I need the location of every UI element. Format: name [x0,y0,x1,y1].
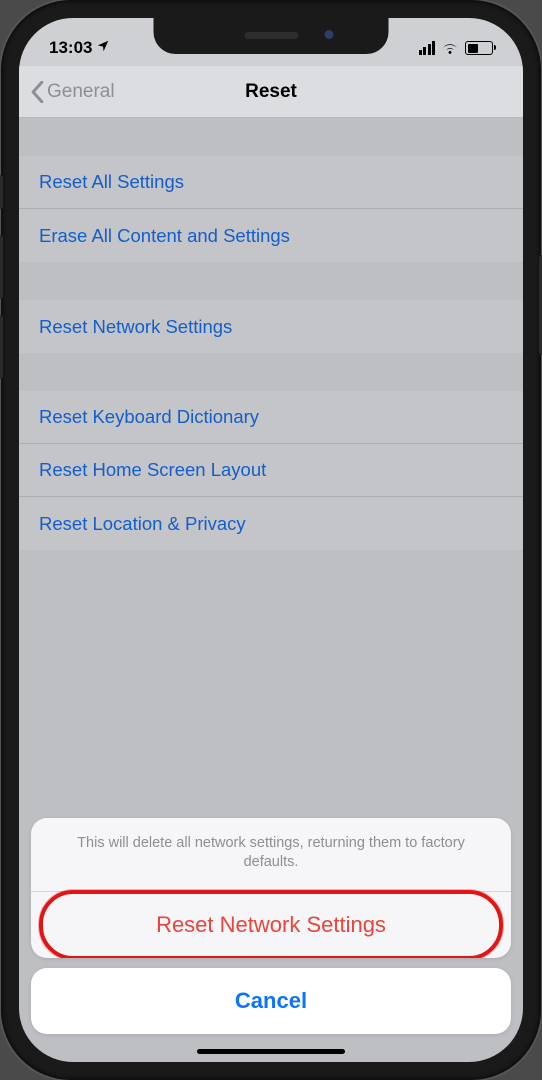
battery-icon [465,41,493,55]
button-label: Cancel [235,988,307,1014]
device-frame: 13:03 General Reset R [1,0,541,1080]
cancel-button[interactable]: Cancel [31,968,511,1034]
wifi-icon [441,41,459,55]
action-sheet-card: This will delete all network settings, r… [31,818,511,958]
back-label: General [47,81,115,103]
location-arrow-icon [96,39,110,56]
status-time: 13:03 [49,38,92,58]
action-sheet: This will delete all network settings, r… [31,818,511,1044]
volume-down-button [0,315,3,379]
cellular-signal-icon [419,41,436,55]
screen: 13:03 General Reset R [19,18,523,1062]
volume-up-button [0,235,3,299]
back-button[interactable]: General [31,81,115,103]
navigation-bar: General Reset [19,66,523,118]
content-area: Reset All Settings Erase All Content and… [19,118,523,1062]
confirm-reset-network-button[interactable]: Reset Network Settings [31,892,511,958]
chevron-left-icon [31,81,44,103]
home-indicator[interactable] [197,1049,345,1054]
button-label: Reset Network Settings [156,912,386,938]
action-sheet-message: This will delete all network settings, r… [31,818,511,892]
mute-switch [0,175,3,209]
page-title: Reset [245,81,297,103]
notch [154,18,389,54]
